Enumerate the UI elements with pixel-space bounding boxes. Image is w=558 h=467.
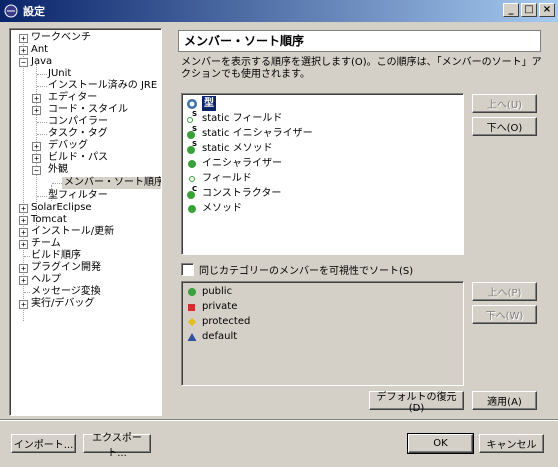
eclipse-icon — [3, 3, 19, 19]
list-item[interactable]: S static イニシャライザー — [186, 125, 313, 141]
list-item[interactable]: public — [186, 284, 232, 299]
preference-tree[interactable]: ワークベンチ + Ant + Java − JUnit インストール済みの JR… — [9, 28, 162, 416]
private-icon — [186, 301, 198, 313]
maximize-button[interactable]: □ — [521, 3, 537, 17]
tree-item-build-order[interactable]: ビルド順序 — [31, 250, 81, 262]
tree-item-message-conversion[interactable]: メッセージ変換 — [31, 286, 101, 298]
static-field-icon: S — [186, 110, 198, 125]
member-order-list[interactable]: 型 S static フィールド S static イニシャライザー S sta… — [181, 93, 464, 255]
tree-expander[interactable]: + — [32, 142, 41, 151]
restore-defaults-button[interactable]: デフォルトの復元(D) — [369, 391, 464, 414]
method-icon — [186, 203, 198, 215]
tree-item-plugin-development[interactable]: プラグイン開発 — [31, 262, 101, 274]
tree-expander[interactable]: + — [32, 106, 41, 115]
list-item[interactable]: default — [186, 329, 237, 344]
close-button[interactable]: × — [539, 3, 555, 17]
tree-expander[interactable]: − — [19, 58, 28, 67]
tree-item-task-tags[interactable]: タスク・タグ — [48, 128, 108, 140]
static-initializer-icon: S — [186, 125, 198, 140]
default-icon — [186, 331, 198, 343]
visibility-up-button[interactable]: 上へ(P) — [472, 282, 537, 301]
tree-expander[interactable]: + — [19, 300, 28, 309]
separator — [0, 419, 558, 421]
tree-expander[interactable]: + — [19, 240, 28, 249]
list-item[interactable]: S static フィールド — [186, 110, 282, 126]
sort-by-visibility-checkbox[interactable]: 同じカテゴリーのメンバーを可視性でソート(S) — [181, 262, 413, 277]
tree-expander[interactable]: + — [19, 276, 28, 285]
tree-expander[interactable]: + — [19, 228, 28, 237]
tree-item-solareclipse[interactable]: SolarEclipse — [31, 202, 92, 214]
list-item[interactable]: イニシャライザー — [186, 156, 282, 171]
tree-expander[interactable]: + — [19, 204, 28, 213]
list-item[interactable]: メソッド — [186, 201, 242, 216]
import-button[interactable]: インポート... — [11, 434, 76, 453]
tree-item-team[interactable]: チーム — [31, 238, 61, 250]
initializer-icon — [186, 158, 198, 170]
tree-expander[interactable]: + — [19, 34, 28, 43]
tree-item-tomcat[interactable]: Tomcat — [31, 214, 67, 226]
public-icon — [186, 286, 198, 298]
field-icon — [186, 173, 198, 185]
tree-item-build-path[interactable]: ビルド・パス — [48, 152, 108, 164]
cancel-button[interactable]: キャンセル — [479, 434, 544, 453]
page-description: メンバーを表示する順序を選択します(O)。この順序は、「メンバーのソート」アクシ… — [181, 57, 542, 80]
minimize-icon: _ — [508, 4, 514, 15]
protected-icon — [186, 316, 198, 328]
visibility-order-list[interactable]: public private protected default — [181, 281, 464, 386]
tree-expander[interactable]: + — [19, 264, 28, 273]
tree-item-compiler[interactable]: コンパイラー — [48, 116, 108, 128]
page-title: メンバー・ソート順序 — [178, 30, 541, 52]
member-down-button[interactable]: 下へ(O) — [472, 117, 537, 136]
title-bar[interactable]: 設定 _ □ × — [0, 0, 558, 22]
tree-item-appearance[interactable]: 外観 — [48, 164, 68, 176]
ok-button[interactable]: OK — [407, 433, 474, 454]
type-icon — [186, 98, 198, 110]
list-item[interactable]: S static メソッド — [186, 140, 273, 156]
tree-expander[interactable]: + — [32, 154, 41, 163]
tree-item-java[interactable]: Java — [31, 56, 52, 68]
tree-item-install-update[interactable]: インストール/更新 — [31, 226, 114, 238]
tree-expander[interactable]: − — [32, 166, 41, 175]
tree-expander[interactable]: + — [19, 46, 28, 55]
tree-item-debug[interactable]: デバッグ — [48, 140, 88, 152]
tree-item-installed-jre[interactable]: インストール済みの JRE — [48, 80, 157, 92]
list-item[interactable]: 型 — [186, 96, 216, 111]
constructor-icon: C — [186, 185, 198, 200]
visibility-down-button[interactable]: 下へ(W) — [472, 305, 537, 324]
tree-item-member-sort-order[interactable]: メンバー・ソート順序 — [62, 177, 161, 189]
member-up-button[interactable]: 上へ(U) — [472, 94, 537, 113]
tree-item-type-filters[interactable]: 型フィルター — [48, 190, 108, 202]
list-item[interactable]: protected — [186, 314, 250, 329]
tree-item-junit[interactable]: JUnit — [48, 68, 71, 80]
list-item[interactable]: C コンストラクター — [186, 185, 281, 201]
apply-button[interactable]: 適用(A) — [472, 391, 537, 410]
list-item[interactable]: private — [186, 299, 237, 314]
tree-item-help[interactable]: ヘルプ — [31, 274, 61, 286]
maximize-icon: □ — [524, 4, 534, 15]
tree-expander[interactable]: + — [19, 216, 28, 225]
static-method-icon: S — [186, 140, 198, 155]
close-icon: × — [542, 4, 552, 15]
tree-expander[interactable]: + — [32, 94, 41, 103]
export-button[interactable]: エクスポート... — [83, 433, 151, 459]
window-title: 設定 — [23, 5, 45, 18]
tree-item-workbench[interactable]: ワークベンチ — [31, 32, 91, 44]
tree-item-run-debug[interactable]: 実行/デバッグ — [31, 298, 94, 310]
minimize-button[interactable]: _ — [503, 3, 519, 17]
tree-item-code-style[interactable]: コード・スタイル — [48, 104, 128, 116]
tree-item-editor[interactable]: エディター — [48, 92, 97, 104]
tree-item-ant[interactable]: Ant — [31, 44, 48, 56]
checkbox-box[interactable] — [181, 263, 194, 276]
